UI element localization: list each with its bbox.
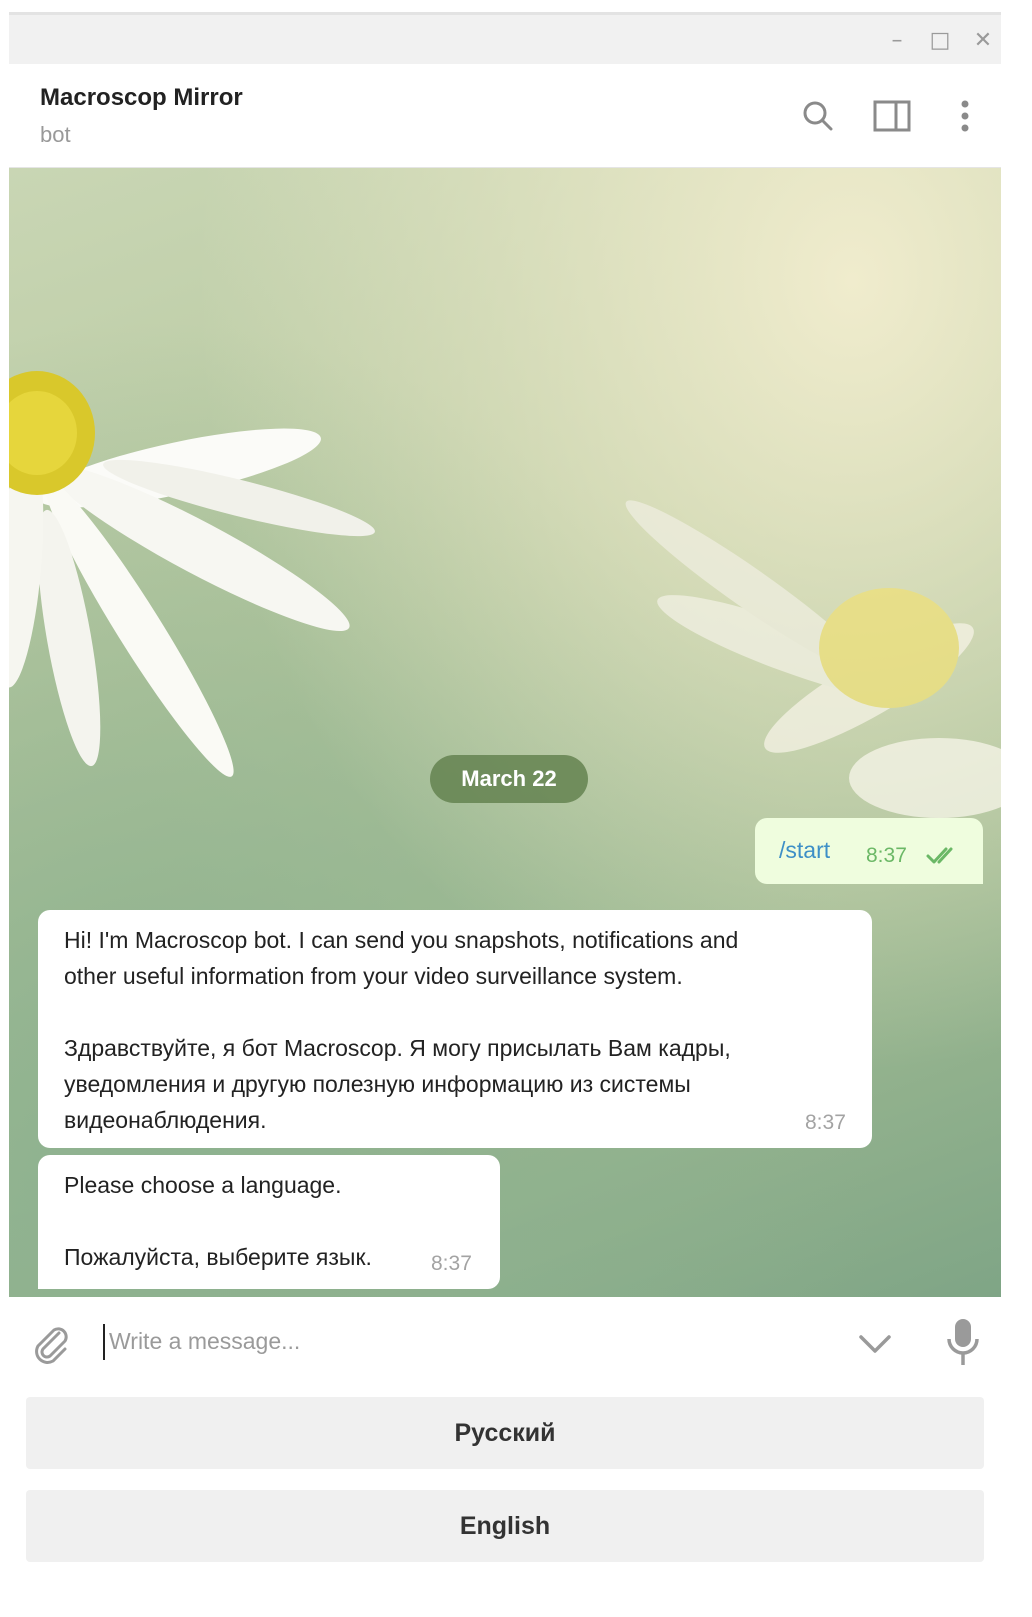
keyboard-button-english[interactable]: English xyxy=(26,1490,984,1562)
chat-header: Macroscop Mirror bot xyxy=(9,64,1001,168)
telegram-window: – □ ✕ Macroscop Mirror bot March 22 /sta… xyxy=(9,12,1001,1617)
microphone-icon[interactable] xyxy=(941,1317,985,1369)
outgoing-message[interactable]: /start 8:37 xyxy=(755,818,983,884)
message-line-blank xyxy=(64,994,846,1030)
date-separator: March 22 xyxy=(430,755,588,803)
search-icon[interactable] xyxy=(798,96,838,136)
message-line: Здравствуйте, я бот Macroscop. Я могу пр… xyxy=(64,1035,731,1061)
chat-history[interactable]: March 22 /start 8:37 Hi! I'm Macroscop b… xyxy=(9,168,1001,1297)
message-line: уведомления и другую полезную информацию… xyxy=(64,1071,691,1097)
maximize-button[interactable]: □ xyxy=(928,29,952,53)
message-line: other useful information from your video… xyxy=(64,963,683,989)
message-time: 8:37 xyxy=(866,844,907,867)
incoming-message-welcome[interactable]: Hi! I'm Macroscop bot. I can send you sn… xyxy=(38,910,872,1148)
message-line: видеонаблюдения. xyxy=(64,1107,267,1133)
message-line-blank xyxy=(64,1203,474,1239)
text-cursor xyxy=(103,1324,105,1360)
message-line: Hi! I'm Macroscop bot. I can send you sn… xyxy=(64,927,739,953)
sidebar-toggle-icon[interactable] xyxy=(872,96,912,136)
more-vertical-icon[interactable] xyxy=(945,96,985,136)
double-check-icon xyxy=(926,847,953,864)
attach-icon[interactable] xyxy=(29,1321,73,1365)
chat-status: bot xyxy=(40,122,71,147)
message-composer: Write a message... xyxy=(9,1297,1001,1389)
message-time: 8:37 xyxy=(431,1252,472,1275)
title-bar: – □ ✕ xyxy=(9,12,1001,64)
chat-title[interactable]: Macroscop Mirror xyxy=(40,84,243,112)
minimize-button[interactable]: – xyxy=(885,29,909,53)
message-time: 8:37 xyxy=(805,1111,846,1134)
message-line: Пожалуйста, выберите язык. xyxy=(64,1244,372,1270)
message-input[interactable]: Write a message... xyxy=(109,1328,300,1355)
incoming-message-language[interactable]: Please choose a language. Пожалуйста, вы… xyxy=(38,1155,500,1289)
bot-command-link[interactable]: /start xyxy=(779,833,830,867)
chevron-down-icon[interactable] xyxy=(855,1329,895,1359)
message-line: Please choose a language. xyxy=(64,1172,342,1198)
keyboard-button-russian[interactable]: Русский xyxy=(26,1397,984,1469)
close-button[interactable]: ✕ xyxy=(971,29,995,53)
